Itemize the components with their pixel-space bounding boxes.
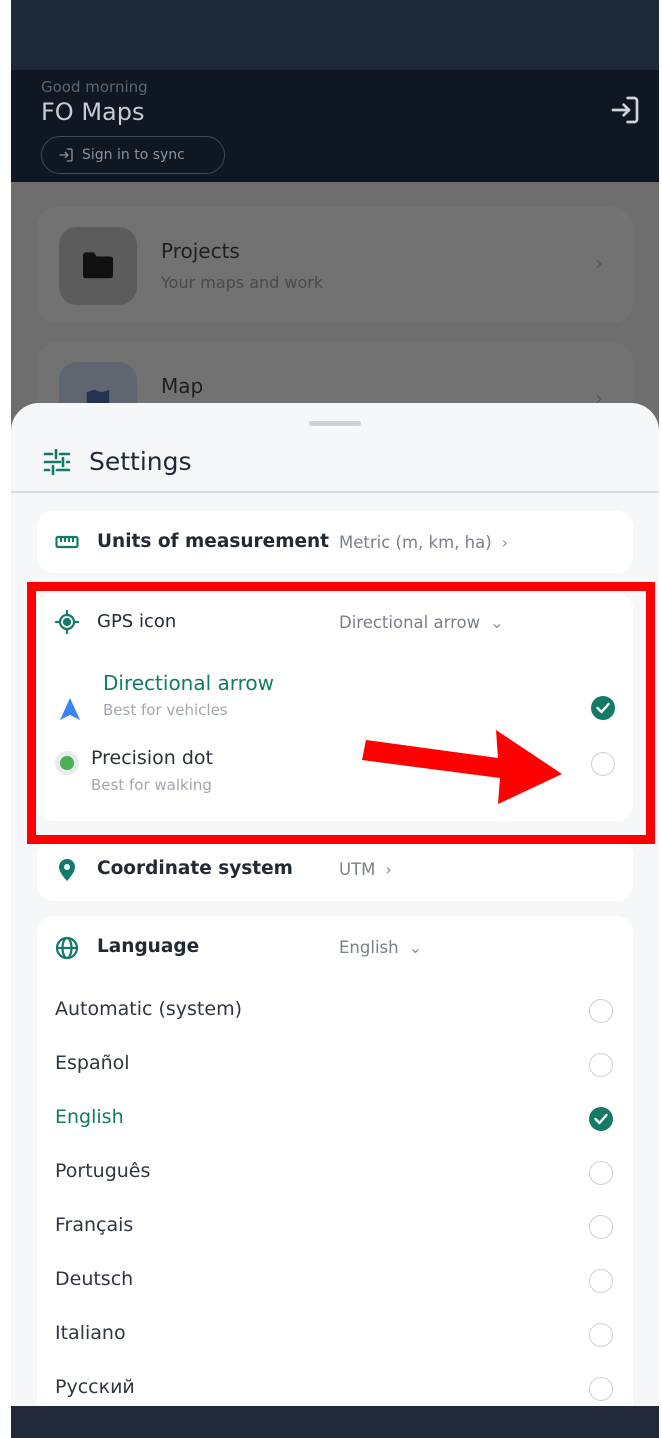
- divider: [11, 491, 659, 493]
- tune-icon: [43, 448, 71, 475]
- settings-title: Settings: [89, 447, 192, 476]
- radio-unchecked[interactable]: [589, 1161, 613, 1185]
- language-option-label: Automatic (system): [55, 998, 242, 1020]
- settings-sheet: Settings Units of measurement Metric (m,…: [11, 403, 659, 1406]
- check-icon: [594, 1113, 608, 1125]
- coordinate-system-value-text: UTM: [339, 860, 376, 879]
- radio-unchecked[interactable]: [589, 1215, 613, 1239]
- folder-icon: [83, 252, 113, 279]
- check-icon: [596, 702, 610, 714]
- sign-in-button[interactable]: Sign in to sync: [41, 136, 225, 174]
- language-option-label: Français: [55, 1214, 134, 1236]
- radio-checked[interactable]: [589, 1107, 613, 1131]
- projects-title: Projects: [161, 239, 240, 263]
- chevron-down-icon: ⌄: [490, 613, 504, 632]
- chevron-right-icon: ›: [385, 860, 392, 879]
- projects-subtitle: Your maps and work: [161, 273, 324, 292]
- radio-unchecked[interactable]: [589, 1053, 613, 1077]
- coordinate-system-label: Coordinate system: [97, 858, 293, 879]
- globe-icon: [55, 936, 79, 960]
- greeting-text: Good morning: [41, 78, 148, 96]
- projects-icon-box: [59, 227, 137, 305]
- login-icon: [59, 148, 73, 162]
- language-option-label: English: [55, 1106, 124, 1128]
- gps-target-icon: [55, 610, 79, 634]
- gps-icon-dropdown[interactable]: Directional arrow ⌄: [339, 613, 504, 632]
- units-row[interactable]: Units of measurement Metric (m, km, ha) ›: [37, 511, 633, 573]
- gps-option-label: Directional arrow: [103, 671, 275, 695]
- gps-option-sub: Best for vehicles: [103, 701, 228, 719]
- language-value: English: [339, 938, 399, 957]
- gps-option-sub: Best for walking: [91, 776, 212, 794]
- ruler-icon: [55, 535, 79, 549]
- units-value-text: Metric (m, km, ha): [339, 533, 492, 552]
- sign-in-label: Sign in to sync: [82, 147, 185, 163]
- radio-unchecked[interactable]: [589, 999, 613, 1023]
- login-icon[interactable]: [609, 94, 641, 126]
- radio-unchecked[interactable]: [589, 1269, 613, 1293]
- location-pin-icon: [59, 859, 75, 881]
- status-bar: [11, 0, 659, 70]
- navigation-arrow-icon: [60, 698, 80, 720]
- language-option-label: Português: [55, 1160, 151, 1182]
- app-header: Good morning FO Maps Sign in to sync: [11, 70, 659, 182]
- radio-checked[interactable]: [591, 696, 615, 720]
- coordinate-system-value: UTM ›: [339, 860, 392, 879]
- language-card: Language English ⌄ Automatic (system) Esp…: [37, 916, 633, 1406]
- chevron-down-icon: ⌄: [408, 938, 422, 957]
- projects-card[interactable]: Projects Your maps and work ›: [37, 207, 633, 323]
- radio-unchecked[interactable]: [589, 1377, 613, 1401]
- chevron-right-icon: ›: [595, 251, 603, 275]
- radio-unchecked[interactable]: [589, 1323, 613, 1347]
- app-title: FO Maps: [41, 98, 145, 126]
- language-option-label: Español: [55, 1052, 130, 1074]
- language-option-label: Русский: [55, 1376, 135, 1398]
- language-label: Language: [97, 936, 200, 957]
- arrow-annotation-icon: [362, 730, 562, 804]
- navigation-bar: [11, 1406, 659, 1438]
- units-label: Units of measurement: [97, 531, 330, 552]
- radio-unchecked[interactable]: [591, 752, 615, 776]
- settings-header: Settings: [43, 447, 192, 476]
- precision-dot-icon: [55, 751, 79, 775]
- gps-option-label: Precision dot: [91, 747, 213, 769]
- gps-icon-value: Directional arrow: [339, 613, 481, 632]
- map-title: Map: [161, 374, 204, 398]
- language-dropdown[interactable]: English ⌄: [339, 938, 422, 957]
- chevron-right-icon: ›: [501, 533, 509, 552]
- gps-icon-label: GPS icon: [97, 611, 177, 632]
- coordinate-system-row[interactable]: Coordinate system UTM ›: [37, 839, 633, 901]
- drag-handle[interactable]: [309, 421, 361, 426]
- language-option-label: Italiano: [55, 1322, 126, 1344]
- language-option-label: Deutsch: [55, 1268, 134, 1290]
- units-value: Metric (m, km, ha) ›: [339, 533, 508, 552]
